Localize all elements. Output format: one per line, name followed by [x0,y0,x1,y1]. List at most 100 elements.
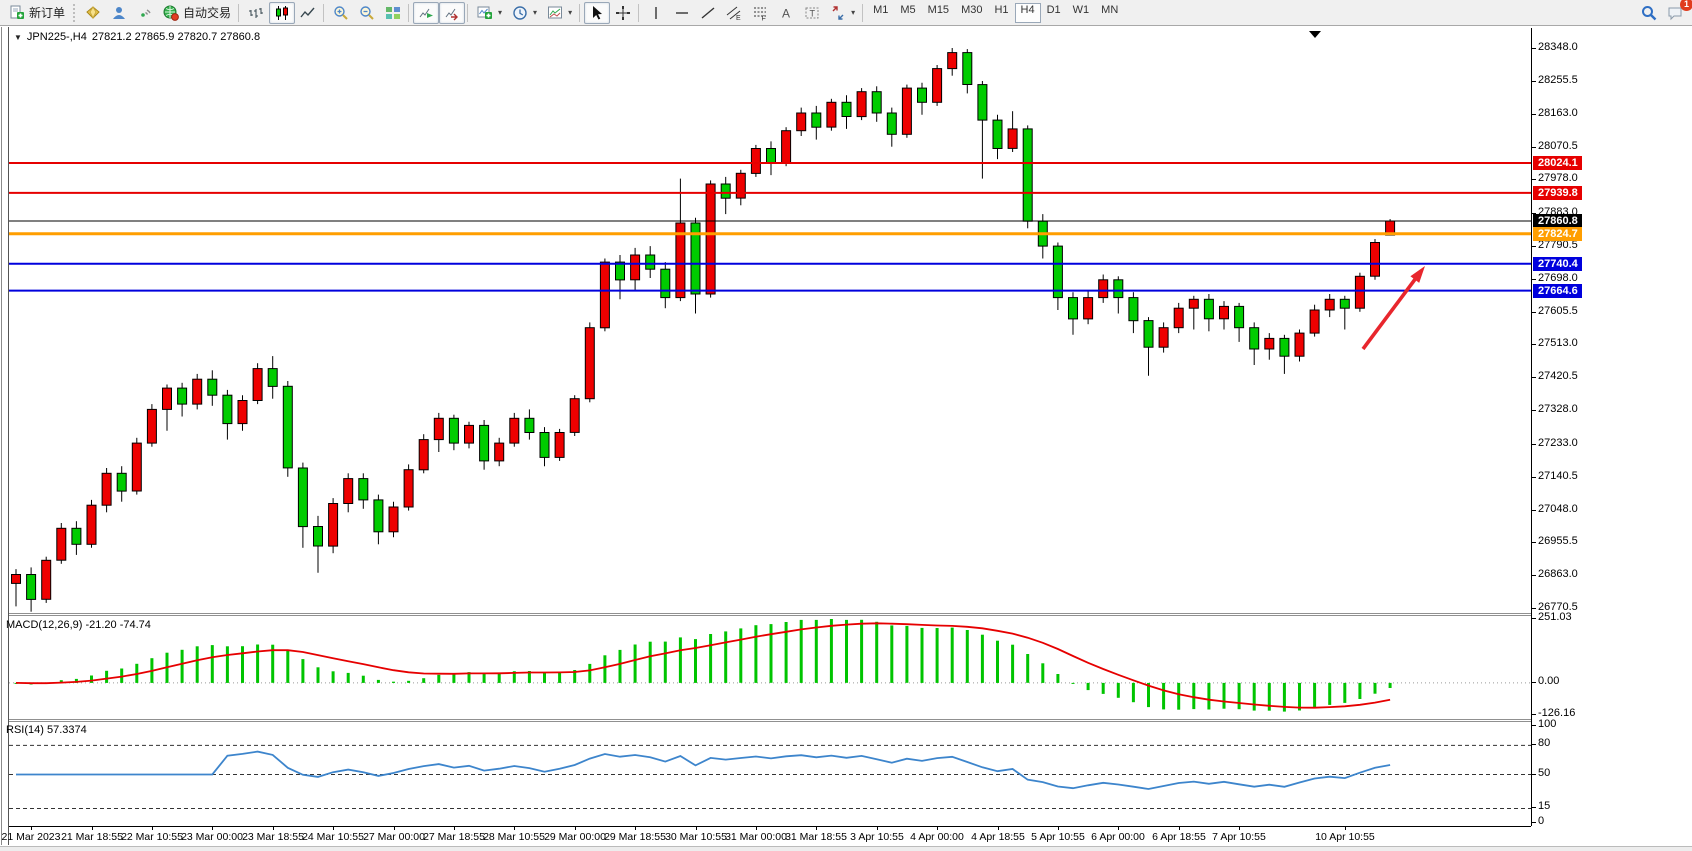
cursor-button[interactable] [584,2,610,24]
tf-h1-button[interactable]: H1 [988,3,1014,23]
shift-marker-icon [1309,31,1321,38]
separator [238,4,239,22]
axis-tick [1532,682,1536,683]
axis-tick [1532,807,1536,808]
price-tick-label: 28255.5 [1538,74,1578,86]
axis-tick [1532,48,1536,49]
rsi-pane[interactable] [9,723,1531,826]
candlestick-pane[interactable] [9,28,1531,613]
tf-h4-button[interactable]: H4 [1015,3,1041,23]
price-tick-label: 27513.0 [1538,337,1578,349]
chart-shift-button[interactable] [439,2,465,24]
crosshair-button[interactable] [610,2,636,24]
zoom-out-icon [359,5,375,21]
horizontal-line-tool-button[interactable] [669,2,695,24]
vertical-line-tool-button[interactable] [643,2,669,24]
chart-title[interactable]: ▼ JPN225-,H4 27821.2 27865.9 27820.7 278… [14,31,260,43]
templates-button[interactable]: ▾ [542,2,577,24]
axis-tick [1532,312,1536,313]
price-tag-27860.8: 27860.8 [1533,214,1582,228]
time-tick [937,827,938,830]
auto-scroll-button[interactable] [413,2,439,24]
new-order-button[interactable]: 新订单 [4,2,70,24]
market-depth-button[interactable] [80,2,106,24]
tf-m1-button[interactable]: M1 [867,3,894,23]
axis-tick [1532,179,1536,180]
time-tick [816,827,817,830]
time-label: 7 Apr 10:55 [1194,831,1284,843]
text-tool-button[interactable]: A [773,2,799,24]
candlestick-mode-button[interactable] [269,2,295,24]
price-tick-label: 26955.5 [1538,535,1578,547]
price-tick-label: 27698.0 [1538,272,1578,284]
tile-windows-icon [385,5,401,21]
time-axis[interactable]: 21 Mar 202321 Mar 18:5522 Mar 10:5523 Ma… [9,827,1532,845]
time-tick [877,827,878,830]
equidistant-channel-icon: E [726,5,742,21]
line-chart-mode-button[interactable] [295,2,321,24]
axis-tick [1532,147,1536,148]
price-tag-27740.4: 27740.4 [1533,257,1582,271]
macd-pane[interactable] [9,617,1531,719]
signals-button[interactable] [132,2,158,24]
symbol-period-label: JPN225-,H4 [27,31,87,43]
pane-separator[interactable] [9,613,1531,616]
svg-text:T: T [810,8,816,18]
tf-m30-button[interactable]: M30 [955,3,988,23]
tf-mn-button[interactable]: MN [1095,3,1124,23]
crosshair-icon [615,5,631,21]
template-icon [547,5,563,21]
axis-tick [1532,725,1536,726]
macd-tick-label: 251.03 [1538,611,1572,623]
plot-area[interactable] [9,28,1531,851]
indicators-button[interactable]: ▾ [472,2,507,24]
axis-tick [1532,714,1536,715]
tf-d1-button[interactable]: D1 [1041,3,1067,23]
new-order-icon [9,5,25,21]
price-tick-label: 27233.0 [1538,437,1578,449]
channel-tool-button[interactable]: E [721,2,747,24]
chevron-down-icon: ▼ [14,33,22,42]
price-tick-label: 27328.0 [1538,403,1578,415]
tf-m15-button[interactable]: M15 [922,3,955,23]
notifications-button[interactable]: 1 [1662,2,1688,24]
trendline-tool-button[interactable] [695,2,721,24]
gold-gem-icon [85,5,101,21]
separator [323,4,324,22]
notification-badge: 1 [1680,0,1692,11]
time-tick [273,827,274,830]
fibonacci-icon: F [752,5,768,21]
rsi-tick-label: 80 [1538,737,1550,749]
rsi-tick-label: 15 [1538,800,1550,812]
label-tool-button[interactable]: T [799,2,825,24]
fibonacci-tool-button[interactable]: F [747,2,773,24]
time-tick [454,827,455,830]
zoom-in-icon [333,5,349,21]
tf-w1-button[interactable]: W1 [1067,3,1096,23]
auto-trading-button[interactable]: 自动交易 [158,2,236,24]
macd-label: MACD(12,26,9) -21.20 -74.74 [6,619,151,631]
pane-separator[interactable] [9,719,1531,722]
arrow-objects-icon [830,5,846,21]
auto-scroll-icon [418,5,434,21]
price-axis[interactable]: 28348.028255.528163.028070.527978.027883… [1532,27,1692,851]
periods-button[interactable]: ▾ [507,2,542,24]
zoom-out-button[interactable] [354,2,380,24]
time-tick [1179,827,1180,830]
trendline-icon [700,5,716,21]
time-tick [1118,827,1119,830]
time-tick [756,827,757,830]
text-label-icon: T [804,5,820,21]
bar-chart-mode-button[interactable] [243,2,269,24]
axis-tick [1532,344,1536,345]
tile-windows-button[interactable] [380,2,406,24]
community-button[interactable] [106,2,132,24]
clock-icon [512,5,528,21]
time-tick [998,827,999,830]
dropdown-arrow-icon: ▾ [498,8,502,17]
arrows-tool-button[interactable]: ▾ [825,2,860,24]
zoom-in-button[interactable] [328,2,354,24]
time-tick [696,827,697,830]
tf-m5-button[interactable]: M5 [894,3,921,23]
search-button[interactable] [1636,2,1662,24]
